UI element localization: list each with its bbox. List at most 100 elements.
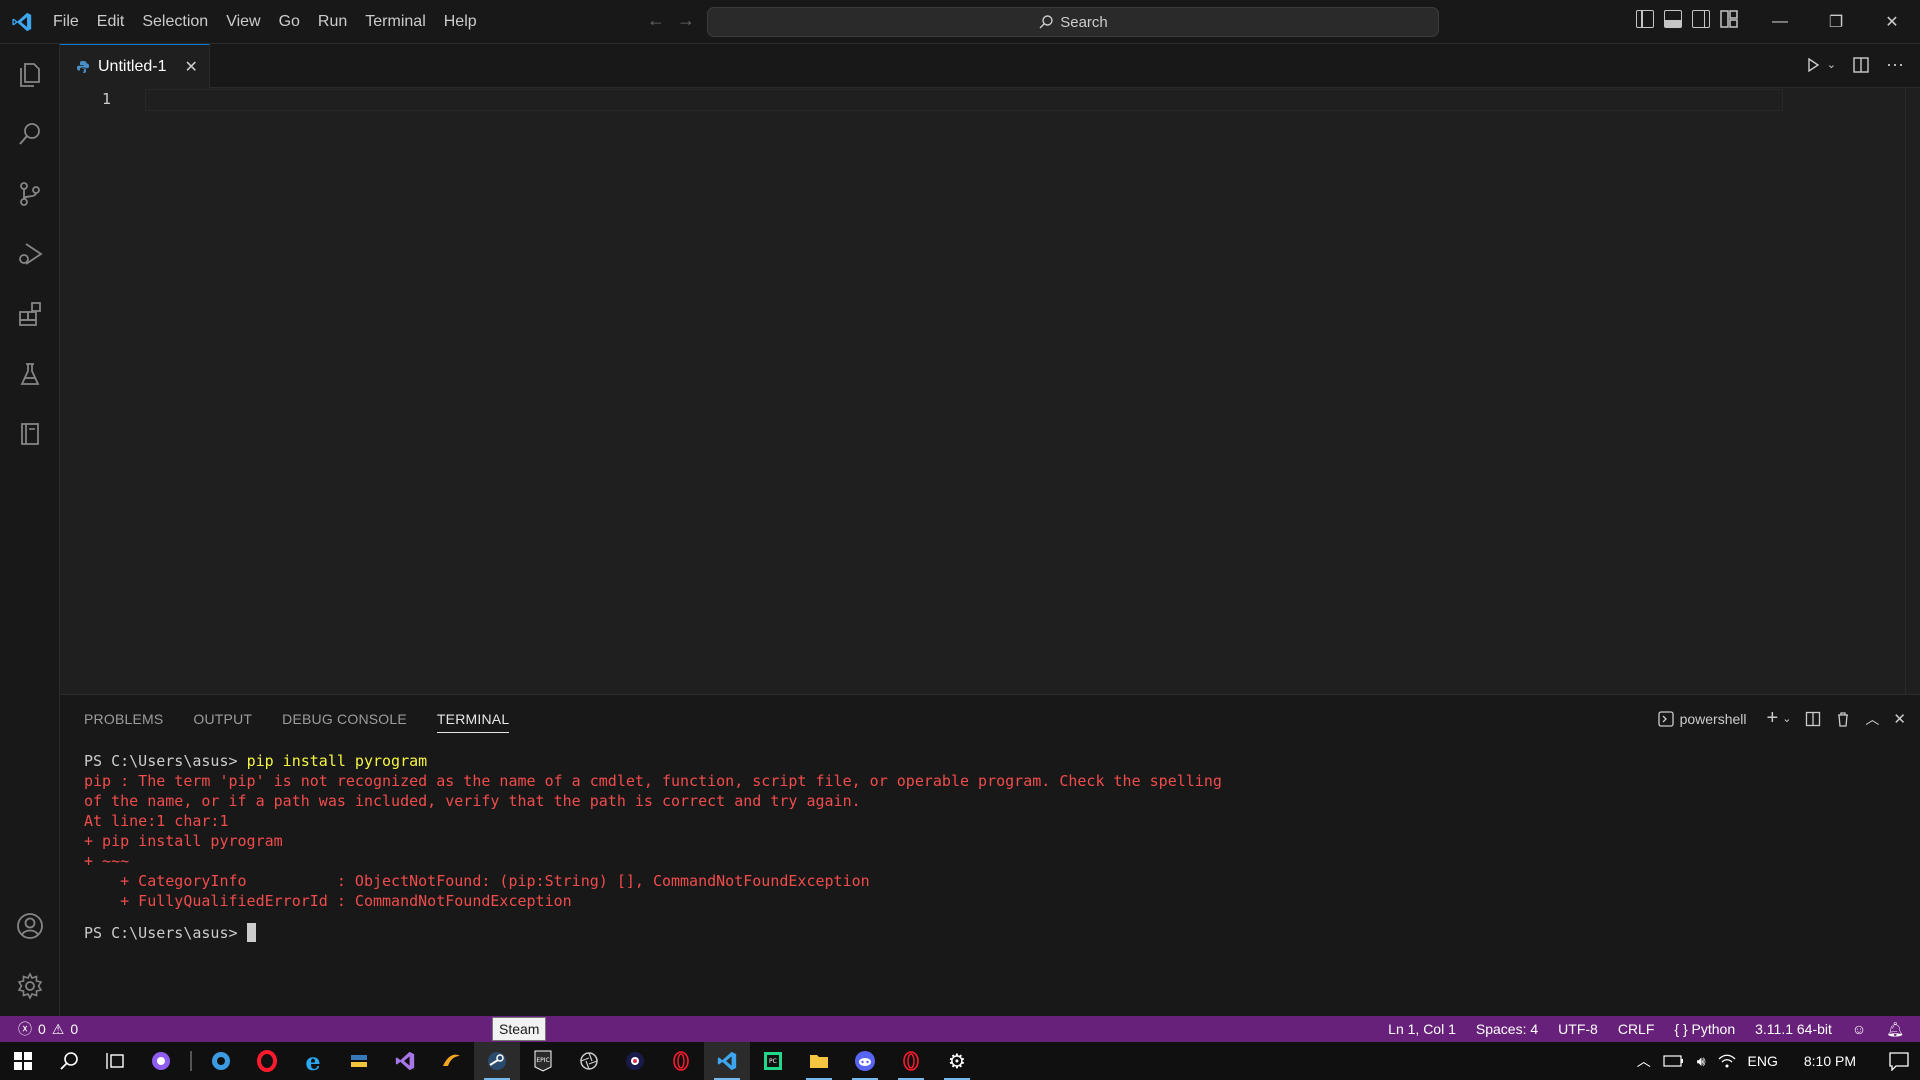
close-window-icon[interactable]: ✕ <box>1864 0 1920 44</box>
task-view-icon[interactable] <box>92 1042 138 1080</box>
terminal-error-line: pip : The term 'pip' is not recognized a… <box>84 772 1222 790</box>
battery-icon[interactable] <box>1663 1054 1685 1068</box>
python-idle-icon[interactable] <box>336 1042 382 1080</box>
pycharm-icon[interactable]: PC <box>750 1042 796 1080</box>
editor-scrollbar[interactable] <box>1905 88 1906 694</box>
app-game-icon[interactable] <box>612 1042 658 1080</box>
vscode-taskbar-icon[interactable] <box>704 1042 750 1080</box>
steam-icon[interactable] <box>474 1042 520 1080</box>
terminal-error-line: + CategoryInfo : ObjectNotFound: (pip:St… <box>84 872 870 890</box>
tab-problems[interactable]: PROBLEMS <box>84 695 163 743</box>
explorer-icon[interactable] <box>0 44 60 104</box>
search-icon[interactable] <box>0 104 60 164</box>
opera-icon[interactable] <box>244 1042 290 1080</box>
end-of-line[interactable]: CRLF <box>1618 1021 1655 1037</box>
search-label: Search <box>1060 13 1108 31</box>
opera-gx-icon[interactable] <box>658 1042 704 1080</box>
volume-icon[interactable]: 🔊︎ <box>1697 1053 1706 1070</box>
wifi-icon[interactable] <box>1718 1053 1736 1069</box>
vscode-window: File Edit Selection View Go Run Terminal… <box>0 0 1920 1080</box>
status-right: Ln 1, Col 1 Spaces: 4 UTF-8 CRLF { } Pyt… <box>1388 1016 1904 1042</box>
epic-games-icon[interactable]: EPIC <box>520 1042 566 1080</box>
app-browser-blue-icon[interactable] <box>198 1042 244 1080</box>
tab-debug-console[interactable]: DEBUG CONSOLE <box>282 695 407 743</box>
close-panel-icon[interactable]: ✕ <box>1893 710 1906 728</box>
menu-file[interactable]: File <box>44 7 88 37</box>
source-control-icon[interactable] <box>0 164 60 224</box>
cursor-position[interactable]: Ln 1, Col 1 <box>1388 1021 1456 1037</box>
run-debug-icon[interactable] <box>0 224 60 284</box>
feedback-icon[interactable]: ☺ <box>1852 1021 1866 1037</box>
python-interpreter[interactable]: 3.11.1 64-bit <box>1755 1021 1832 1037</box>
account-icon[interactable] <box>0 896 60 956</box>
testing-icon[interactable] <box>0 344 60 404</box>
notebook-icon[interactable] <box>0 404 60 464</box>
toggle-panel-icon[interactable] <box>1664 10 1682 28</box>
assistant-app-icon[interactable] <box>138 1042 184 1080</box>
visual-studio-icon[interactable] <box>382 1042 428 1080</box>
menu-run[interactable]: Run <box>309 7 356 37</box>
terminal-cursor <box>246 923 256 942</box>
menu-help[interactable]: Help <box>435 7 486 37</box>
windows-start-icon[interactable] <box>0 1042 46 1080</box>
menu-selection[interactable]: Selection <box>133 7 217 37</box>
menu-view[interactable]: View <box>217 7 269 37</box>
editor-actions: ⌄ ··· <box>1805 54 1904 75</box>
editor-tab-bar: Untitled-1 ✕ ⌄ ··· <box>60 44 1920 88</box>
restore-icon[interactable]: ❐ <box>1808 0 1864 44</box>
terminal-output[interactable]: PS C:\Users\asus> pip install pyrogram pi… <box>84 751 1222 943</box>
menu-terminal[interactable]: Terminal <box>356 7 434 37</box>
terminal-prompt: PS C:\Users\asus> <box>84 924 247 942</box>
close-tab-icon[interactable]: ✕ <box>184 57 197 77</box>
split-editor-icon[interactable] <box>1852 56 1870 74</box>
search-icon <box>1039 15 1053 29</box>
problems-status[interactable]: ⓧ 0 ⚠ 0 <box>18 1016 78 1042</box>
action-center-notification-icon[interactable] <box>1888 1051 1910 1071</box>
kill-terminal-trash-icon[interactable] <box>1835 711 1851 727</box>
split-terminal-icon[interactable] <box>1805 711 1821 727</box>
encoding[interactable]: UTF-8 <box>1558 1021 1598 1037</box>
internet-explorer-icon[interactable]: e <box>290 1042 336 1080</box>
warning-count: 0 <box>70 1021 79 1037</box>
back-arrow-icon[interactable]: ← <box>646 10 666 31</box>
editor-area[interactable]: 1 <box>60 88 1920 694</box>
braces-icon: { } <box>1674 1021 1688 1037</box>
language-mode[interactable]: { } Python <box>1674 1021 1735 1037</box>
run-dropdown-chevron-icon[interactable]: ⌄ <box>1827 58 1836 71</box>
tab-terminal[interactable]: TERMINAL <box>436 695 510 743</box>
app-orange-icon[interactable] <box>428 1042 474 1080</box>
input-language[interactable]: ENG <box>1748 1053 1778 1069</box>
minimize-icon[interactable]: — <box>1752 0 1808 44</box>
more-actions-icon[interactable]: ··· <box>1886 54 1904 75</box>
file-explorer-icon[interactable] <box>796 1042 842 1080</box>
opera-browser-icon[interactable] <box>888 1042 934 1080</box>
toggle-primary-sidebar-icon[interactable] <box>1636 10 1654 28</box>
clock-time[interactable]: 8:10 PM <box>1804 1053 1856 1069</box>
menu-edit[interactable]: Edit <box>88 7 134 37</box>
current-line-highlight <box>145 89 1783 111</box>
title-bar: File Edit Selection View Go Run Terminal… <box>0 0 1920 44</box>
indentation[interactable]: Spaces: 4 <box>1476 1021 1538 1037</box>
shell-name[interactable]: powershell <box>1680 711 1747 727</box>
new-terminal-icon[interactable]: + <box>1767 707 1779 730</box>
extensions-icon[interactable] <box>0 284 60 344</box>
customize-layout-icon[interactable] <box>1720 10 1738 28</box>
terminal-shell-icon <box>1657 710 1674 727</box>
discord-icon[interactable] <box>842 1042 888 1080</box>
toggle-secondary-sidebar-icon[interactable] <box>1692 10 1710 28</box>
taskbar-search-icon[interactable] <box>46 1042 92 1080</box>
show-hidden-icons-chevron-icon[interactable]: ︿ <box>1637 1051 1651 1071</box>
run-python-file-icon[interactable] <box>1805 57 1821 73</box>
command-center-search[interactable]: Search <box>707 7 1439 37</box>
tab-output[interactable]: OUTPUT <box>193 695 252 743</box>
bottom-panel: PROBLEMS OUTPUT DEBUG CONSOLE TERMINAL p… <box>60 694 1920 1016</box>
manage-gear-icon[interactable] <box>0 956 60 1016</box>
settings-gear-icon[interactable]: ⚙ <box>934 1042 980 1080</box>
notifications-bell-icon[interactable]: 🔔︎ <box>1886 1021 1904 1038</box>
menu-go[interactable]: Go <box>270 7 309 37</box>
forward-arrow-icon[interactable]: → <box>676 10 696 31</box>
app-aperture-icon[interactable] <box>566 1042 612 1080</box>
maximize-panel-chevron-up-icon[interactable]: ︿ <box>1865 709 1879 729</box>
editor-tab-untitled[interactable]: Untitled-1 ✕ <box>60 44 210 88</box>
terminal-dropdown-chevron-icon[interactable]: ⌄ <box>1782 712 1791 725</box>
